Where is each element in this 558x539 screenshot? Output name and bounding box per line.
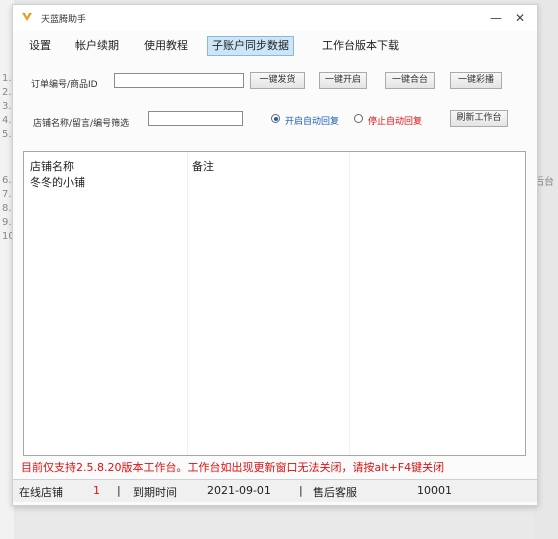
list-item-shop-name[interactable]: 冬冬的小铺 [30,174,85,190]
line-number: 7. [2,189,12,200]
order-id-input[interactable] [114,73,244,88]
menu-bar: 设置 帐户续期 使用教程 子账户同步数据 工作台版本下载 [13,35,537,57]
shop-list[interactable]: 店铺名称 备注 冬冬的小铺 [23,151,526,456]
menu-sub-account-sync[interactable]: 子账户同步数据 [207,36,294,56]
version-notice: 目前仅支持2.5.8.20版本工作台。工作台如出现更新窗口无法关闭，请按alt+… [21,461,445,474]
auto-reply-off-radio[interactable] [354,114,363,123]
shop-filter-input[interactable] [148,111,243,126]
open-all-button[interactable]: 一键开启 [319,72,367,89]
auto-reply-on-radio[interactable] [271,114,280,123]
line-number: 8. [2,203,12,214]
support-label: 售后客服 [313,486,357,499]
line-number: 4. [2,115,12,126]
app-logo-icon [22,13,32,21]
auto-reply-on-label[interactable]: 开启自动回复 [285,114,339,127]
line-number: 9. [2,217,12,228]
refresh-workbench-button[interactable]: 刷新工作台 [450,110,508,127]
minimize-button[interactable]: — [485,9,507,27]
status-separator: | [299,484,303,497]
online-shops-count: 1 [93,484,100,497]
menu-workbench-download[interactable]: 工作台版本下载 [318,37,403,55]
broadcast-all-button[interactable]: 一键彩播 [450,72,502,89]
merge-all-button[interactable]: 一键合台 [385,72,435,89]
menu-renew-account[interactable]: 帐户续期 [71,37,123,55]
menu-tutorial[interactable]: 使用教程 [140,37,192,55]
grid-line [349,152,350,455]
line-number: 1. [2,73,12,84]
column-header-shop-name[interactable]: 店铺名称 [30,158,74,174]
column-header-note[interactable]: 备注 [192,158,214,174]
expire-time-value: 2021-09-01 [207,484,271,497]
app-window: 天蓝腾助手 — ✕ 设置 帐户续期 使用教程 子账户同步数据 工作台版本下载 订… [12,4,538,506]
expire-time-label: 到期时间 [133,486,177,499]
title-bar: 天蓝腾助手 — ✕ [13,5,537,31]
line-number: 3. [2,101,12,112]
menu-settings[interactable]: 设置 [25,37,55,55]
order-id-label: 订单编号/商品ID [31,80,98,90]
ship-all-button[interactable]: 一键发货 [250,72,305,89]
status-bar: 在线店铺 1 | 到期时间 2021-09-01 | 售后客服 10001 [13,479,537,502]
status-separator: | [117,484,121,497]
support-value: 10001 [417,484,452,497]
online-shops-label: 在线店铺 [19,486,63,499]
line-number: 5. [2,129,12,140]
line-number: 2. [2,87,12,98]
grid-line [187,152,188,455]
auto-reply-off-label[interactable]: 停止自动回复 [368,114,422,127]
line-number: 6. [2,175,12,186]
window-title: 天蓝腾助手 [41,15,87,25]
shop-filter-label: 店铺名称/留言/编号筛选 [33,119,130,129]
close-button[interactable]: ✕ [509,9,531,27]
